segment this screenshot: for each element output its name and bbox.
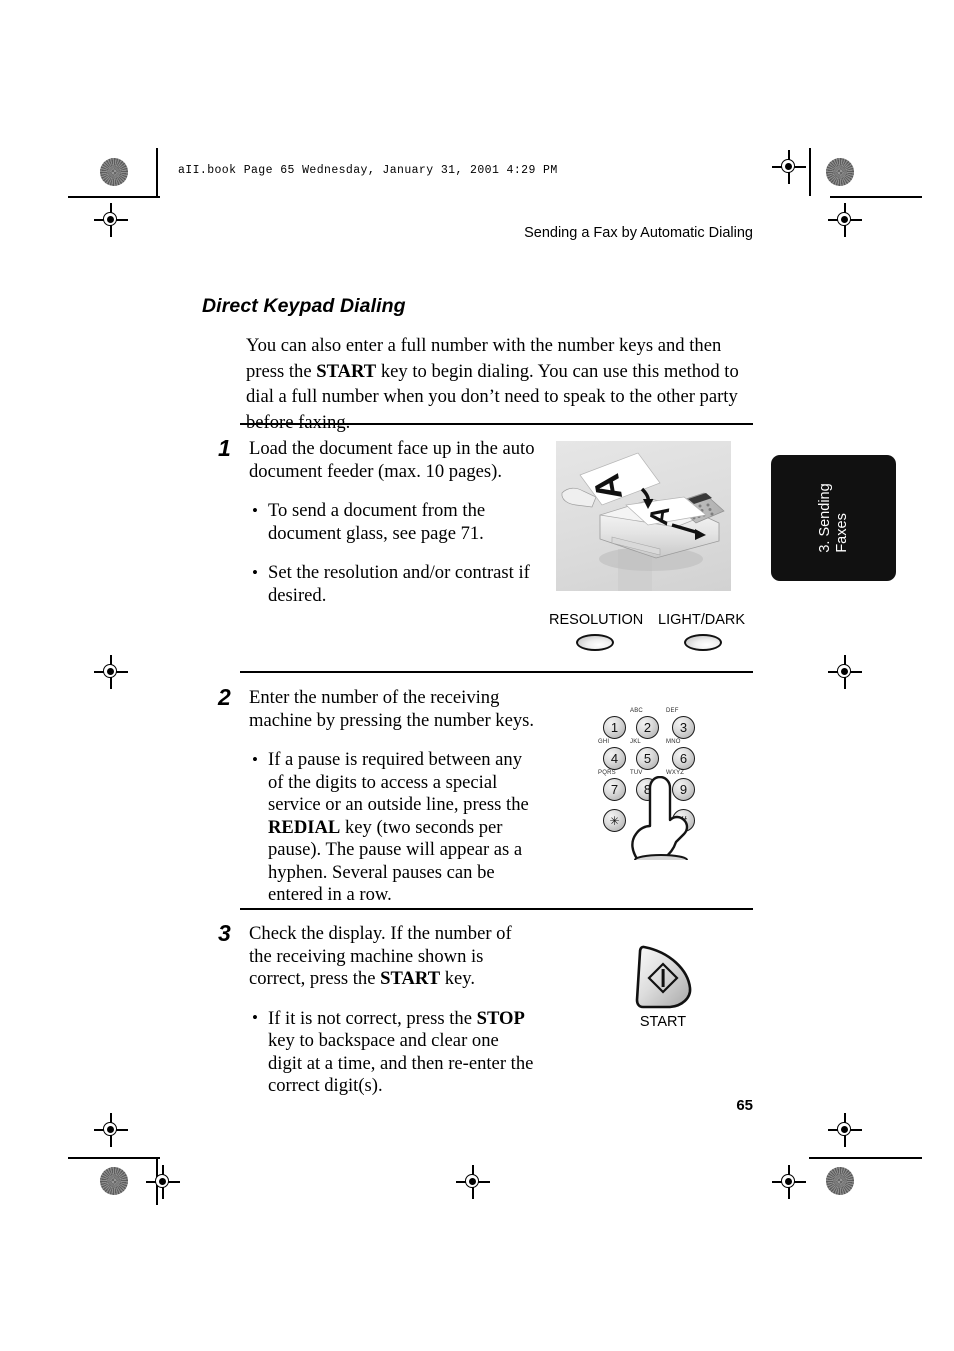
keypad-key-3[interactable]: 3 — [672, 716, 695, 739]
light-dark-button-label: LIGHT/DARK — [658, 612, 746, 628]
step-1-body: Load the document face up in the auto do… — [249, 438, 535, 607]
registration-mark-mid-left — [94, 655, 128, 689]
step-3-body: Check the display. If the number of the … — [249, 923, 535, 1098]
step-3-start-keyword: START — [380, 968, 441, 989]
page-number: 65 — [736, 1097, 753, 1114]
registration-mark-top-right — [828, 203, 862, 237]
keypad-key-asterisk[interactable]: ✳ — [603, 809, 626, 832]
step-3-text-part2: key. — [440, 968, 476, 989]
fax-machine-loading-illustration: A A — [556, 441, 731, 591]
resolution-button[interactable] — [576, 634, 614, 651]
step-3-bullets: If it is not correct, press the STOP key… — [249, 1007, 535, 1098]
trim-line-top-left-vertical — [156, 148, 158, 196]
halftone-dot-bottom-right — [826, 1167, 854, 1195]
step-number-1: 1 — [218, 435, 231, 461]
page-title: Direct Keypad Dialing — [202, 295, 406, 317]
key-letters-5: JKL — [630, 739, 641, 745]
registration-mark-bottom-right — [828, 1113, 862, 1147]
trim-line-top-right — [830, 196, 922, 198]
step-1-bullet-2: Set the resolution and/or contrast if de… — [249, 562, 535, 607]
keypad-key-7[interactable]: 7 — [603, 778, 626, 801]
chapter-thumb-tab-label: 3. Sending Faxes — [816, 483, 850, 553]
keypad-key-5[interactable]: 5 — [636, 747, 659, 770]
hand-pressing-key-illustration — [624, 775, 696, 866]
trim-line-top-left — [68, 196, 160, 198]
key-letters-6: MNO — [666, 739, 681, 745]
registration-mark-bottom-center — [456, 1165, 490, 1199]
keypad-key-4[interactable]: 4 — [603, 747, 626, 770]
step-number-2: 2 — [218, 684, 231, 710]
slug-line: aII.book Page 65 Wednesday, January 31, … — [178, 164, 558, 177]
running-head: Sending a Fax by Automatic Dialing — [524, 225, 753, 241]
registration-mark-bottom-center-left — [146, 1165, 180, 1199]
registration-mark-top-center — [772, 150, 806, 184]
key-letters-2: ABC — [630, 708, 643, 714]
registration-mark-bottom-center-right — [772, 1165, 806, 1199]
step-1-text: Load the document face up in the auto do… — [249, 438, 535, 482]
keypad-key-6[interactable]: 6 — [672, 747, 695, 770]
step-2-bullet-part1: If a pause is required between any of th… — [268, 749, 529, 815]
step-2-text: Enter the number of the receiving machin… — [249, 687, 535, 731]
step-2-body: Enter the number of the receiving machin… — [249, 687, 535, 907]
keypad-key-1[interactable]: 1 — [603, 716, 626, 739]
key-letters-7: PQRS — [598, 770, 616, 776]
step-3-text: Check the display. If the number of the … — [249, 923, 535, 991]
step-2-redial-keyword: REDIAL — [268, 816, 341, 838]
step-number-3: 3 — [218, 920, 231, 946]
intro-paragraph: You can also enter a full number with th… — [246, 333, 754, 435]
start-key-illustration[interactable] — [630, 944, 696, 1010]
trim-line-bottom-right-vertical — [809, 1157, 857, 1159]
step-3-stop-keyword: STOP — [476, 1007, 525, 1029]
step-2-bullets: If a pause is required between any of th… — [249, 749, 535, 907]
step-3-bullet-part2: key to backspace and clear one digit at … — [268, 1030, 534, 1096]
trim-line-top-right-vertical — [809, 148, 811, 196]
resolution-button-label: RESOLUTION — [549, 612, 644, 628]
key-letters-4: GHI — [598, 739, 610, 745]
step-divider-2 — [240, 671, 753, 673]
step-3-bullet-1: If it is not correct, press the STOP key… — [249, 1007, 535, 1098]
trim-line-bottom-left — [68, 1157, 160, 1159]
intro-start-keyword: START — [316, 360, 377, 382]
registration-mark-bottom-left — [94, 1113, 128, 1147]
step-divider-1 — [240, 423, 753, 425]
step-3-bullet-part1: If it is not correct, press the — [268, 1007, 477, 1029]
halftone-dot-top-right — [826, 158, 854, 186]
halftone-dot-bottom-left — [100, 1167, 128, 1195]
key-letters-3: DEF — [666, 708, 679, 714]
start-key-label: START — [639, 1014, 687, 1030]
light-dark-button[interactable] — [684, 634, 722, 651]
step-divider-3 — [240, 908, 753, 910]
step-2-bullet-1: If a pause is required between any of th… — [249, 749, 535, 907]
keypad-illustration: ABC DEF GHI JKL MNO PQRS TUV WXYZ 1 2 3 … — [598, 708, 714, 866]
registration-mark-mid-right — [828, 655, 862, 689]
step-1-bullet-1: To send a document from the document gla… — [249, 500, 535, 545]
keypad-key-2[interactable]: 2 — [636, 716, 659, 739]
chapter-thumb-tab: 3. Sending Faxes — [771, 455, 896, 581]
step-1-bullets: To send a document from the document gla… — [249, 500, 535, 607]
halftone-dot-top-left — [100, 158, 128, 186]
